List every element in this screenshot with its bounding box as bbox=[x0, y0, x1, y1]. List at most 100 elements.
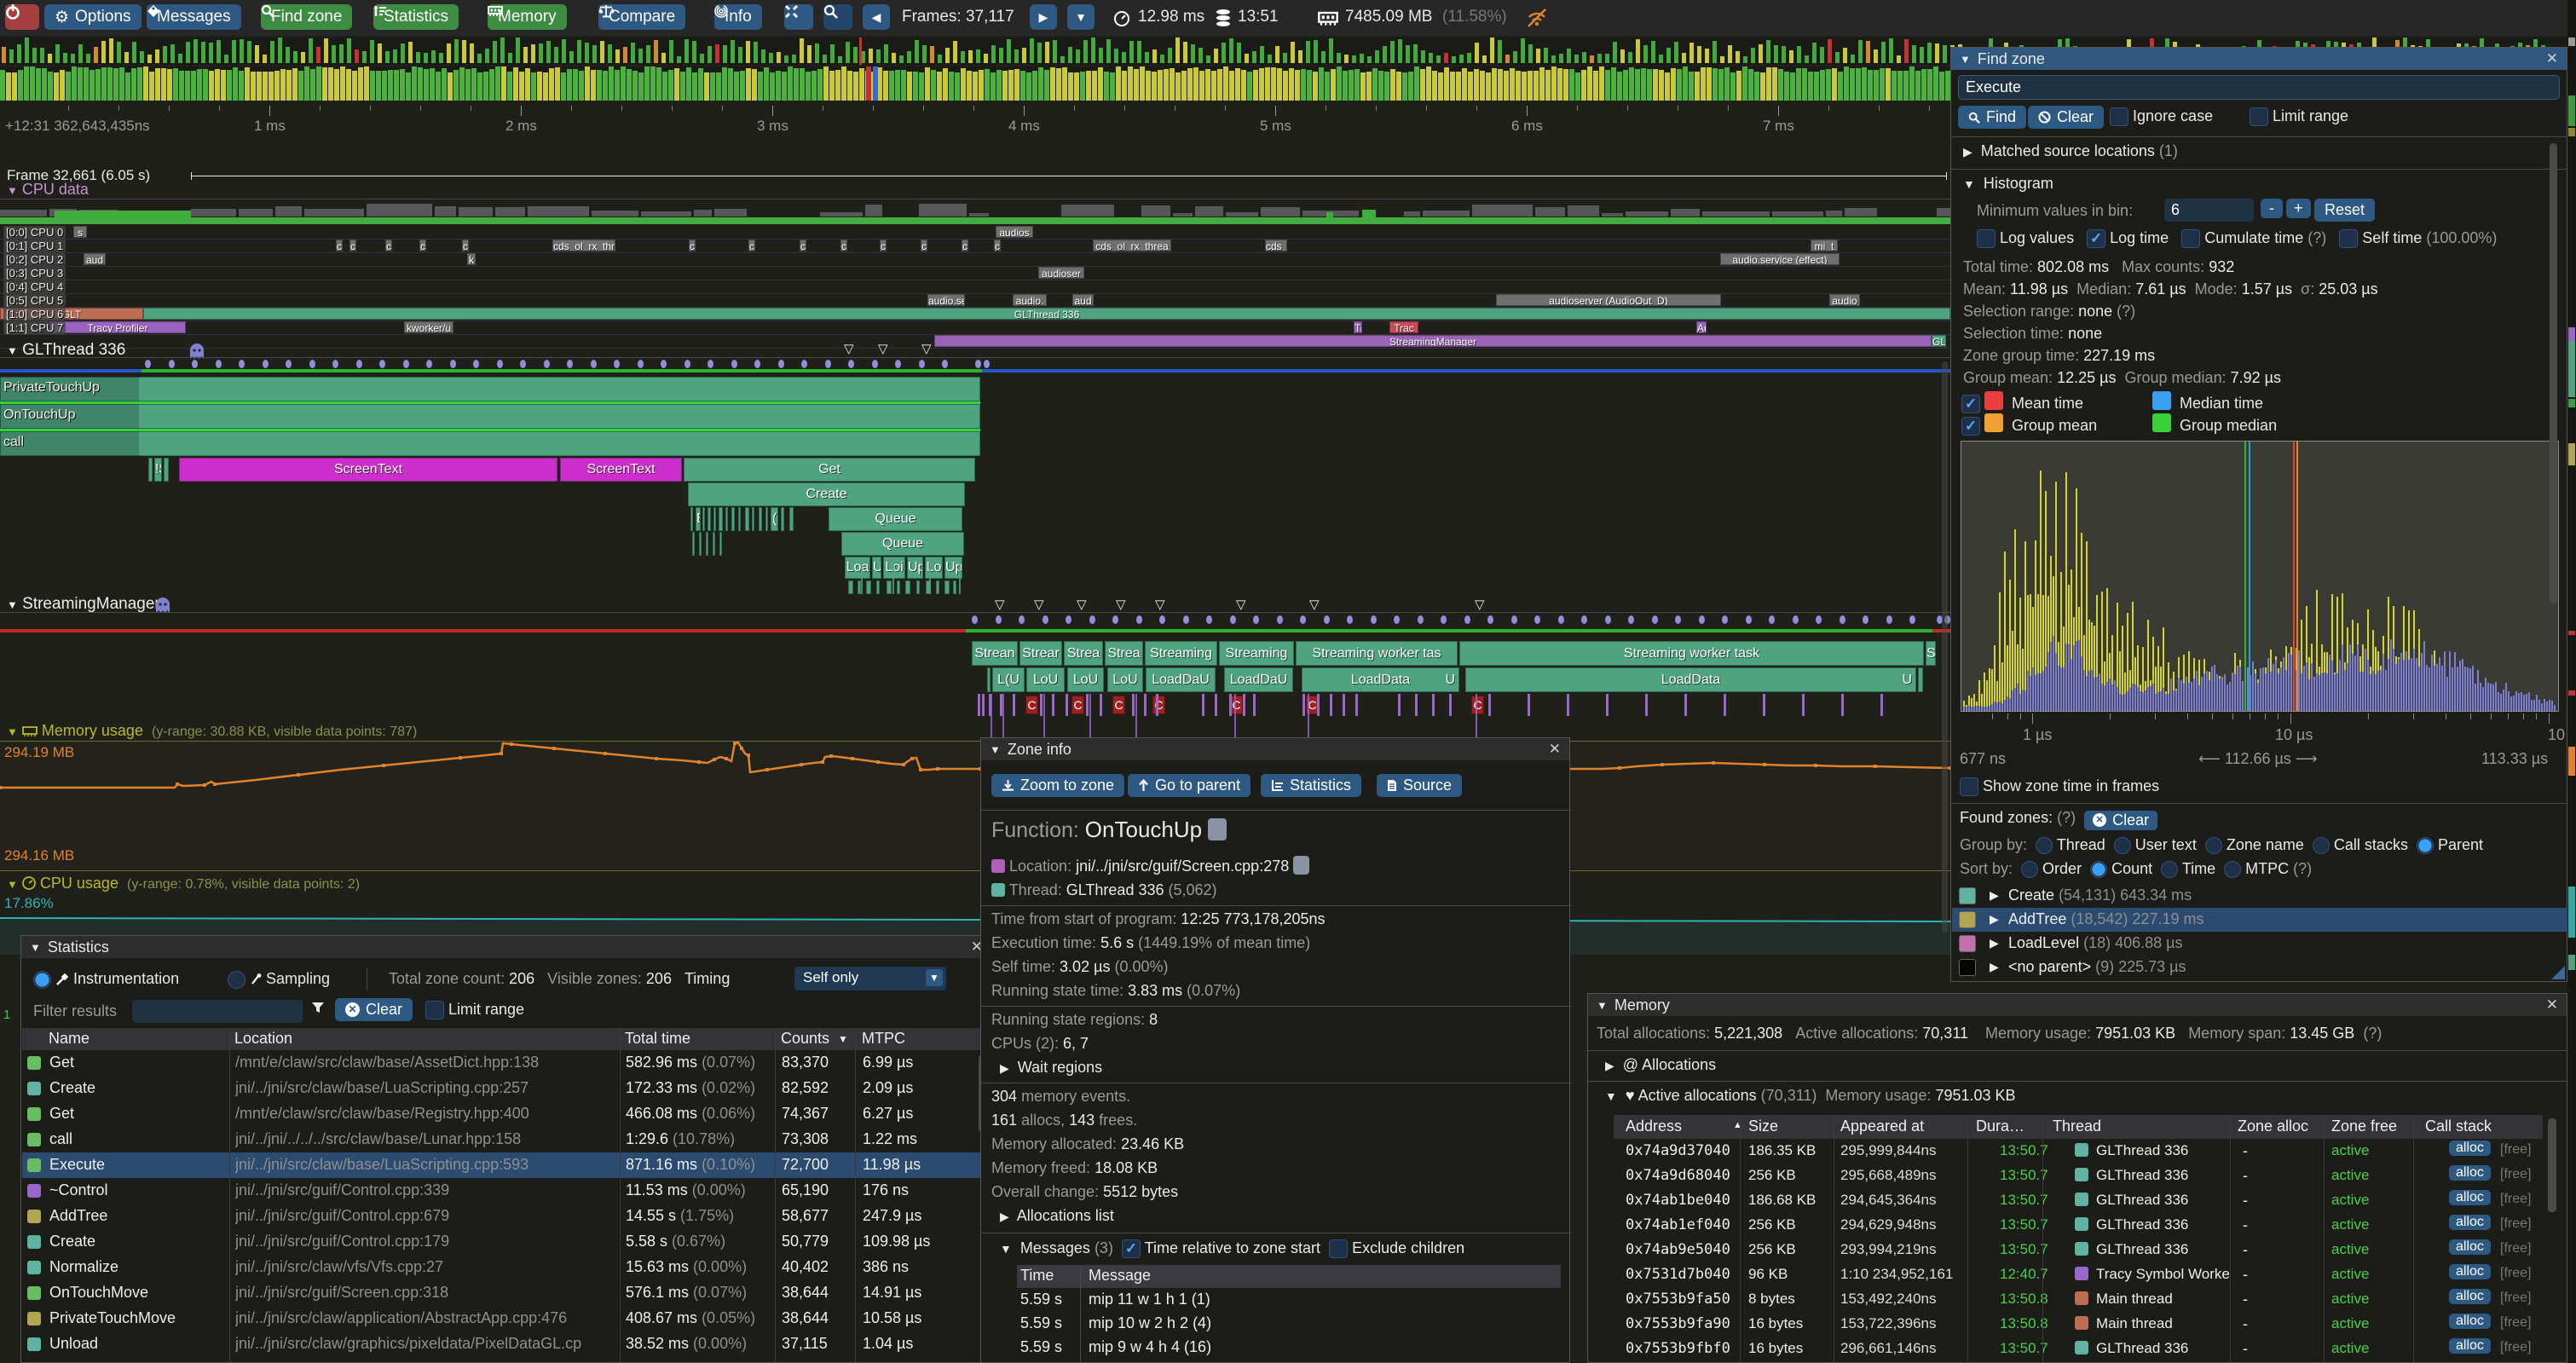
frame-column[interactable] bbox=[1522, 72, 1527, 101]
sortby-radio-count[interactable] bbox=[2090, 861, 2107, 878]
log-values-checkbox[interactable] bbox=[1977, 229, 1996, 248]
frame-column[interactable] bbox=[776, 71, 781, 101]
frame-column[interactable] bbox=[1229, 71, 1234, 101]
zone[interactable]: ScreenText bbox=[560, 458, 682, 482]
cpu-zone[interactable]: audios bbox=[996, 226, 1033, 238]
frame-column[interactable] bbox=[579, 71, 584, 101]
frame-column[interactable] bbox=[30, 66, 35, 101]
frame-column[interactable] bbox=[173, 68, 178, 101]
frame-column[interactable] bbox=[734, 72, 739, 101]
frame-column[interactable] bbox=[24, 66, 29, 101]
expander-icon[interactable]: ▶ bbox=[1990, 888, 1999, 903]
table-row[interactable]: 0x74ab9e5040256 KB293,994,219ns13:50.7GL… bbox=[1614, 1238, 2543, 1262]
frame-column[interactable] bbox=[1557, 68, 1562, 101]
frame-column[interactable] bbox=[943, 68, 948, 101]
memory-table-header[interactable]: Address ▲ Size Appeared at Dura… Thread … bbox=[1614, 1115, 2543, 1139]
zone[interactable]: Queue bbox=[841, 532, 964, 556]
frame-column[interactable] bbox=[1378, 71, 1383, 101]
table-row[interactable]: Get/mnt/e/claw/src/claw/base/Registry.hp… bbox=[22, 1101, 984, 1127]
frame-column[interactable] bbox=[758, 72, 763, 101]
table-row[interactable]: OnTouchMovejni/../jni/src/guif/Screen.cp… bbox=[22, 1280, 984, 1306]
frame-column[interactable] bbox=[167, 69, 172, 101]
cpu-zone[interactable]: audio bbox=[1829, 294, 1860, 306]
frame-column[interactable] bbox=[1915, 71, 1920, 101]
frame-column[interactable] bbox=[36, 68, 41, 101]
zone[interactable] bbox=[738, 507, 741, 531]
table-row[interactable]: AddTreejni/../jni/src/guif/Control.cpp:6… bbox=[22, 1204, 984, 1229]
clear-found-button[interactable]: ✕Clear bbox=[2084, 811, 2157, 830]
frame-column[interactable] bbox=[0, 70, 5, 101]
frame-column[interactable] bbox=[1420, 69, 1425, 101]
frame-column[interactable] bbox=[334, 69, 339, 101]
frame-column[interactable] bbox=[1707, 67, 1712, 101]
frame-column[interactable] bbox=[1736, 71, 1741, 101]
table-row[interactable]: Createjni/../jni/src/claw/base/LuaScript… bbox=[22, 1076, 984, 1101]
frame-column[interactable] bbox=[179, 71, 184, 101]
frame-column[interactable] bbox=[961, 68, 966, 101]
zone[interactable] bbox=[699, 532, 702, 556]
cpu-zone[interactable]: c bbox=[921, 240, 927, 251]
frame-column[interactable] bbox=[1283, 71, 1288, 101]
source-button[interactable]: Source bbox=[1377, 774, 1462, 797]
frame-column[interactable] bbox=[1730, 72, 1736, 101]
frame-column[interactable] bbox=[1545, 70, 1551, 101]
zone[interactable] bbox=[719, 532, 722, 556]
zone[interactable] bbox=[1918, 667, 1923, 692]
frame-column[interactable] bbox=[1014, 69, 1019, 101]
frame-column[interactable] bbox=[1832, 68, 1837, 101]
frame-column[interactable] bbox=[806, 72, 811, 101]
table-row[interactable]: 0x7531d7b04096 KB1:10 234,952,16112:40.7… bbox=[1614, 1262, 2543, 1287]
frame-column[interactable] bbox=[1241, 70, 1246, 101]
frame-column[interactable] bbox=[298, 71, 303, 101]
error-zone[interactable]: C bbox=[1071, 696, 1084, 714]
zone[interactable] bbox=[897, 580, 900, 594]
frame-column[interactable] bbox=[1092, 71, 1097, 101]
zone[interactable]: Loa bbox=[845, 557, 870, 579]
log-time-checkbox[interactable]: ✓ bbox=[2087, 229, 2105, 248]
mean-time-checkbox[interactable]: ✓ bbox=[1961, 395, 1980, 413]
frame-column[interactable] bbox=[90, 70, 95, 101]
zone[interactable]: Streaming bbox=[1219, 641, 1294, 666]
frame-column[interactable] bbox=[549, 68, 554, 101]
frame-column[interactable] bbox=[883, 71, 888, 101]
frame-column[interactable] bbox=[501, 66, 506, 101]
frame-column[interactable] bbox=[1343, 71, 1348, 101]
frame-column[interactable] bbox=[710, 72, 715, 101]
alloc-callstack-button[interactable]: alloc bbox=[2449, 1314, 2491, 1329]
cpu-zone[interactable]: aud bbox=[84, 253, 106, 265]
frame-column[interactable] bbox=[448, 72, 453, 101]
cpu-zone[interactable]: cds_ bbox=[1265, 240, 1287, 251]
zone[interactable]: LoadDataU bbox=[1302, 667, 1459, 692]
cpu-zone[interactable]: c bbox=[800, 240, 806, 251]
frame-column[interactable] bbox=[1086, 71, 1091, 101]
memory-plot-header[interactable]: ▼ Memory usage (y-range: 30.88 KB, visib… bbox=[7, 722, 417, 740]
frame-column[interactable] bbox=[370, 71, 375, 101]
frame-column[interactable] bbox=[1856, 68, 1861, 101]
frame-column[interactable] bbox=[1295, 70, 1300, 101]
frame-column[interactable] bbox=[615, 70, 620, 101]
frame-column[interactable] bbox=[364, 66, 369, 101]
frame-column[interactable] bbox=[1307, 70, 1312, 101]
cpu-zone[interactable]: cds_ol_rx_thr bbox=[552, 240, 615, 251]
message-marker-icon[interactable]: ▽ bbox=[995, 597, 1005, 612]
frame-column[interactable] bbox=[644, 66, 650, 101]
memory-titlebar[interactable]: ▼Memory✕ bbox=[1588, 994, 2567, 1016]
frame-column[interactable] bbox=[591, 70, 596, 101]
frame-column[interactable] bbox=[788, 66, 793, 101]
zone[interactable]: L(U bbox=[992, 667, 1025, 692]
expander-icon[interactable]: ▶ bbox=[1990, 960, 1999, 974]
frame-column[interactable] bbox=[1002, 71, 1008, 101]
frame-column[interactable] bbox=[811, 71, 817, 101]
cpu-zone[interactable]: StreamingManager bbox=[934, 335, 1932, 347]
frame-column[interactable] bbox=[1724, 67, 1730, 101]
zone[interactable] bbox=[781, 507, 784, 531]
frame-column[interactable] bbox=[1742, 66, 1747, 101]
find-button[interactable]: Find bbox=[1958, 106, 2026, 129]
resize-handle[interactable] bbox=[2551, 966, 2565, 979]
zone[interactable]: Strea bbox=[1064, 641, 1103, 666]
frame-column[interactable] bbox=[621, 66, 626, 101]
frame-column[interactable] bbox=[1056, 68, 1061, 101]
frame-column[interactable] bbox=[1838, 72, 1843, 101]
frame-column[interactable] bbox=[1826, 69, 1831, 101]
frame-column[interactable] bbox=[209, 71, 214, 101]
